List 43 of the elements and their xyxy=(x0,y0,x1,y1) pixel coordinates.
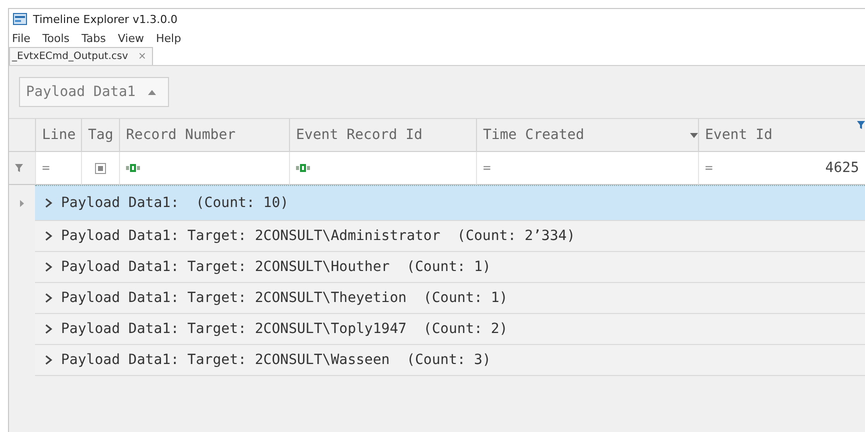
dropdown-arrow-icon[interactable] xyxy=(690,132,698,138)
column-header[interactable]: Event Record Id xyxy=(289,118,476,152)
filter-value[interactable]: 4625 xyxy=(825,160,859,176)
filter-operator[interactable]: = xyxy=(705,160,713,176)
group-row[interactable]: Payload Data1: (Count: 10) xyxy=(35,185,865,221)
column-header[interactable]: Event Id xyxy=(698,118,865,152)
filter-icon[interactable] xyxy=(857,121,865,129)
group-caption: Payload Data1: Target: 2CONSULT\Theyetion (Count: 1) xyxy=(61,290,508,306)
group-caption: Payload Data1: Target: 2CONSULT\Administrator (Count: 2’334) xyxy=(61,228,576,244)
app-icon xyxy=(13,13,27,25)
expand-chevron-icon[interactable] xyxy=(45,198,53,208)
text-match-icon xyxy=(296,164,310,172)
expand-chevron-icon[interactable] xyxy=(45,231,53,241)
menu-item[interactable]: Help xyxy=(156,32,182,44)
menu-item[interactable]: Tabs xyxy=(82,32,106,44)
group-by-field[interactable]: Payload Data1 xyxy=(19,77,169,107)
filter-operator[interactable]: = xyxy=(42,160,50,176)
group-row[interactable]: Payload Data1: Target: 2CONSULT\Theyetion (Count: 1) xyxy=(35,283,865,314)
file-tab[interactable]: _EvtxECmd_Output.csv × xyxy=(9,47,154,65)
column-header[interactable]: Record Number xyxy=(119,118,289,152)
group-caption: Payload Data1: (Count: 10) xyxy=(61,195,289,211)
filter-operator[interactable]: = xyxy=(483,160,491,176)
group-caption: Payload Data1: Target: 2CONSULT\Toply1947 (Count: 2) xyxy=(61,321,508,337)
menu-item[interactable]: View xyxy=(118,32,144,44)
column-header[interactable]: Tag xyxy=(81,118,119,152)
column-header[interactable]: Line xyxy=(35,118,81,152)
text-match-icon xyxy=(126,164,140,172)
column-header[interactable]: Time Created xyxy=(476,118,698,152)
group-caption: Payload Data1: Target: 2CONSULT\Wasseen (Count: 3) xyxy=(61,352,491,368)
expand-chevron-icon[interactable] xyxy=(45,293,53,303)
group-row[interactable]: Payload Data1: Target: 2CONSULT\Houther (Count: 1) xyxy=(35,252,865,283)
group-row[interactable]: Payload Data1: Target: 2CONSULT\Administrator (Count: 2’334) xyxy=(35,221,865,252)
menu-item[interactable]: File xyxy=(12,32,30,44)
menu-item[interactable]: Tools xyxy=(42,32,70,44)
checkbox[interactable] xyxy=(95,162,106,174)
expand-chevron-icon[interactable] xyxy=(45,355,53,365)
group-caption: Payload Data1: Target: 2CONSULT\Houther (Count: 1) xyxy=(61,259,491,275)
expand-chevron-icon[interactable] xyxy=(45,324,53,334)
filter-icon xyxy=(15,164,23,172)
group-row[interactable]: Payload Data1: Target: 2CONSULT\Toply1947 (Count: 2) xyxy=(35,314,865,345)
window-title: Timeline Explorer v1.3.0.0 xyxy=(33,12,178,26)
expand-chevron-icon[interactable] xyxy=(45,262,53,272)
group-row[interactable]: Payload Data1: Target: 2CONSULT\Wasseen (Count: 3) xyxy=(35,345,865,376)
